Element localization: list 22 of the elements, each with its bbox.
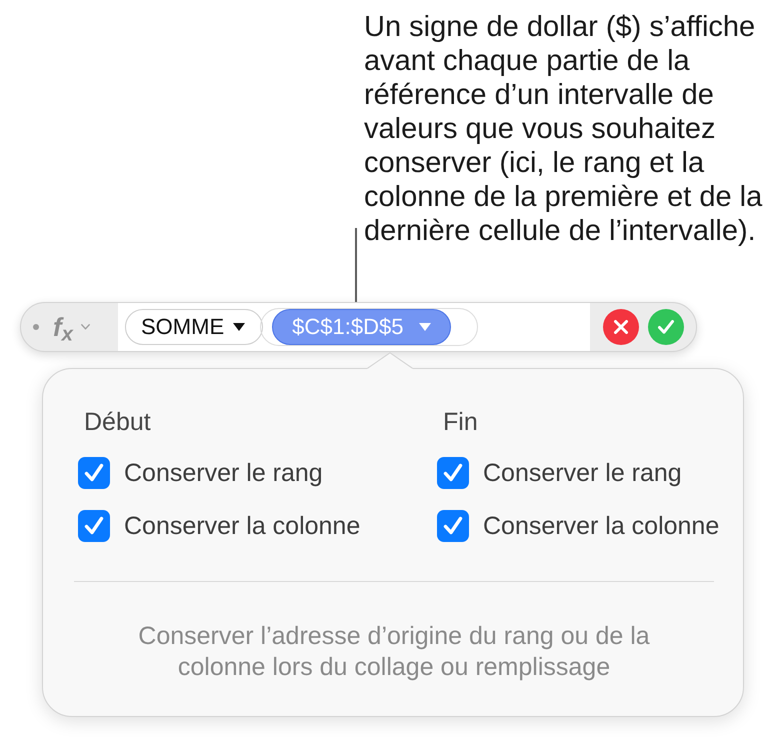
callout-text: Un signe de dollar ($) s’affiche avant chaque partie de la référence d’un intervalle de valeurs que vous souhaitez conserver (ici, le rang et la colonne de la première et de la dernière cellule de l’intervalle). [364,10,762,248]
accept-button[interactable] [648,309,684,345]
chevron-icon [80,324,90,330]
section-heading: Début [84,407,151,437]
checkbox[interactable] [437,510,469,542]
checkbox[interactable] [78,457,110,489]
checkbox-label[interactable]: Conserver le rang [483,458,682,488]
caret-icon [233,323,246,331]
hint-text: Conserver l’adresse d’origine du rang ou de la colonne lors du collage ou remplissage [138,621,650,683]
checkbox[interactable] [437,457,469,489]
cancel-button[interactable] [603,309,639,345]
caret-icon [419,323,432,331]
checkbox-label[interactable]: Conserver le rang [124,458,323,488]
checkbox-label[interactable]: Conserver la colonne [483,511,720,541]
checkbox[interactable] [78,510,110,542]
checkbox-label[interactable]: Conserver la colonne [124,511,360,541]
formula-input-field[interactable]: SOMME $C$1:$D$5 [118,303,590,351]
handle-dot-icon [33,324,39,330]
checkmark-icon [658,320,674,334]
section-heading: Fin [443,407,478,437]
close-icon [614,320,628,334]
function-token[interactable]: SOMME [125,309,264,345]
